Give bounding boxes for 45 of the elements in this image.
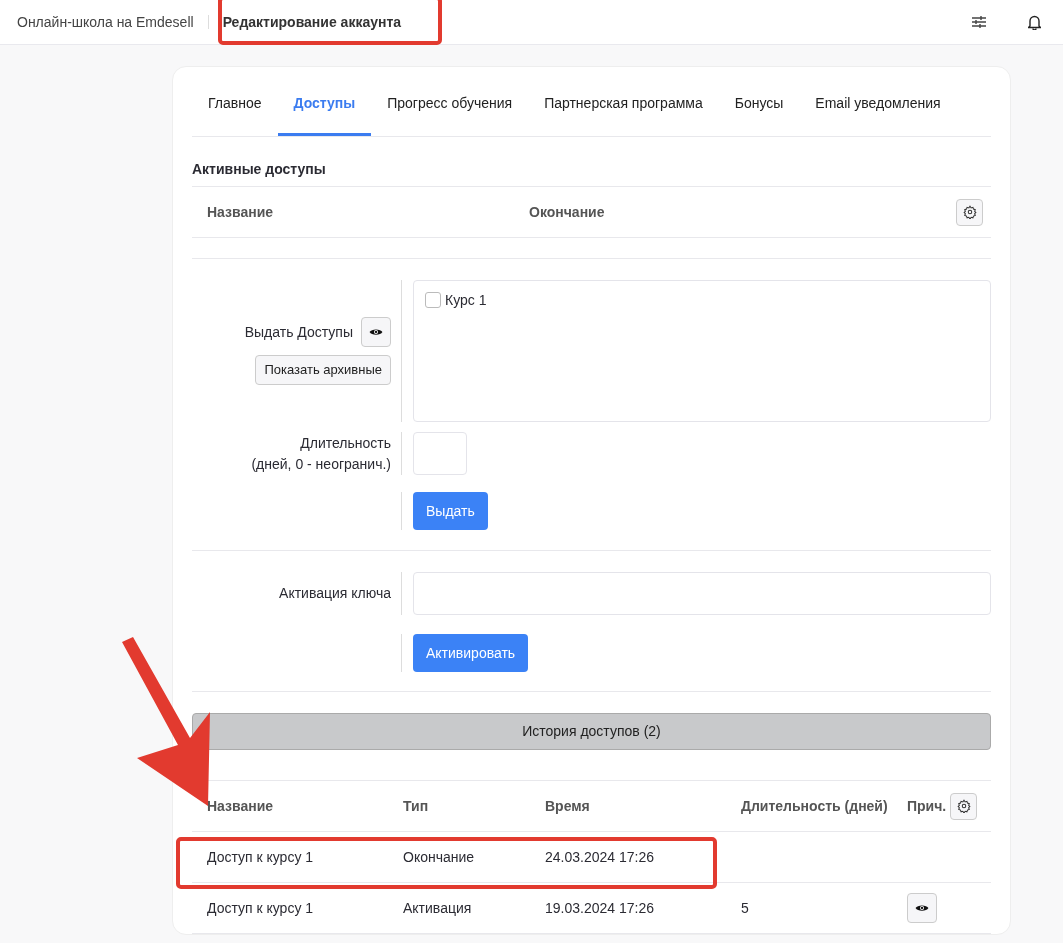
column-header: Тип [402,796,430,816]
grant-button[interactable]: Выдать [413,492,488,530]
eye-icon [915,903,929,913]
settings-button[interactable] [950,792,978,820]
section-title: Активные доступы [192,137,991,187]
field-label: Выдать Доступы [244,322,353,342]
column-header: Длительность (дней) [740,796,889,816]
table-cell-text: Доступ к курсу 1 [206,898,315,918]
sliders-icon[interactable] [972,16,986,28]
tab[interactable]: Доступы [277,67,372,136]
tab[interactable]: Прогресс обучения [371,67,529,136]
column-header: Время [544,796,591,816]
column-header: Прич. [906,796,947,816]
table-cell-text: 24.03.2024 17:26 [544,847,655,867]
tab[interactable]: Email уведомления [799,67,957,136]
number-field[interactable] [413,432,467,475]
column-header: Название [206,796,275,816]
activate-button[interactable]: Активировать [413,634,529,672]
field-label: (дней, 0 - неогранич.) [250,454,391,474]
table-cell-text: Активация [402,898,473,918]
breadcrumb-link[interactable]: Редактирование аккаунта [222,11,402,33]
field-label: Длительность [299,433,391,453]
tab[interactable]: Партнерская программа [528,67,719,136]
view-button[interactable] [361,317,391,348]
settings-button[interactable] [956,198,983,226]
field-label: Активация ключа [279,584,391,603]
checkbox[interactable] [425,292,441,308]
table-cell-text: Доступ к курсу 1 [206,847,315,867]
table-cell-text: 19.03.2024 17:26 [544,898,655,918]
checkbox-label: Курс 1 [445,292,487,308]
key-field[interactable] [413,572,991,615]
eye-icon [369,327,383,338]
column-header: Окончание [528,202,606,222]
table-cell-text: 5 [740,898,750,918]
settings-icon [956,799,971,813]
breadcrumb-link[interactable]: Онлайн-школа на Emdesell [17,11,194,33]
table-cell-text: Окончание [402,847,476,867]
history-toggle-button[interactable]: История доступов (2) [192,713,991,750]
tab[interactable]: Главное [192,67,278,136]
show-archived-button[interactable]: Показать архивные [255,355,391,385]
tab[interactable]: Бонусы [718,67,800,136]
view-button[interactable] [907,893,937,923]
bell-icon[interactable] [1028,14,1041,30]
settings-icon [962,205,977,219]
column-header: Название [206,202,275,222]
